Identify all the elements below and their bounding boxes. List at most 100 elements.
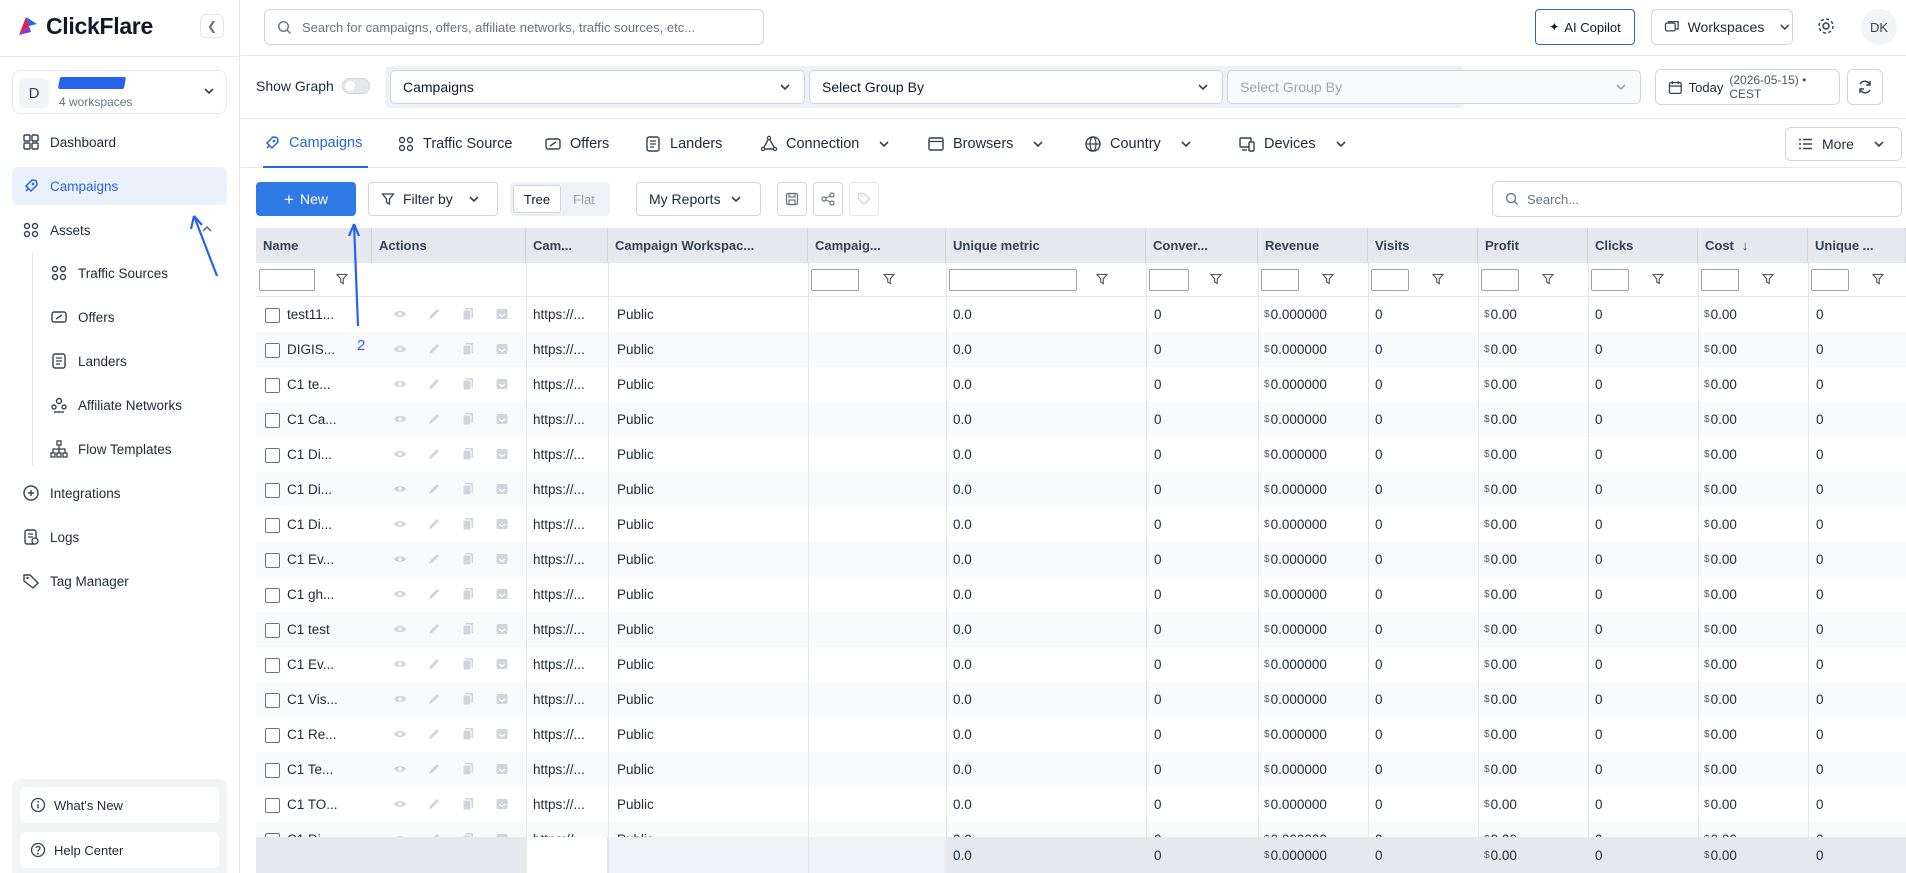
tab-campaigns[interactable]: Campaigns bbox=[263, 120, 369, 168]
copy-icon[interactable] bbox=[461, 552, 475, 566]
column-header[interactable]: Unique ... bbox=[1808, 228, 1906, 263]
view-flat-button[interactable]: Flat bbox=[561, 185, 607, 213]
global-search-input[interactable]: Search for campaigns, offers, affiliate … bbox=[264, 9, 764, 45]
column-filter-input[interactable] bbox=[811, 269, 859, 291]
column-header[interactable]: Cam... bbox=[526, 228, 608, 263]
table-search-input[interactable]: Search... bbox=[1492, 181, 1902, 217]
table-row[interactable]: C1 Vis... https://... Public 0.0 0 $0.000000 0… bbox=[256, 682, 1906, 717]
eye-icon[interactable] bbox=[393, 692, 407, 706]
collapse-sidebar-button[interactable]: ❮ bbox=[200, 14, 224, 38]
tab-devices[interactable]: Devices bbox=[1238, 120, 1348, 168]
app-logo[interactable]: ClickFlare bbox=[16, 12, 153, 40]
archive-icon[interactable] bbox=[495, 307, 509, 321]
archive-icon[interactable] bbox=[495, 482, 509, 496]
pencil-icon[interactable] bbox=[427, 482, 441, 496]
tab-browsers[interactable]: Browsers bbox=[927, 120, 1045, 168]
table-row[interactable]: C1 Re... https://... Public 0.0 0 $0.000000 0 $… bbox=[256, 717, 1906, 752]
column-header[interactable]: Cost ↓ bbox=[1698, 228, 1808, 263]
column-filter-input[interactable] bbox=[259, 269, 315, 291]
column-header[interactable]: Name bbox=[256, 228, 372, 263]
row-checkbox[interactable] bbox=[265, 588, 280, 603]
column-header[interactable]: Unique metric bbox=[946, 228, 1146, 263]
pencil-icon[interactable] bbox=[427, 447, 441, 461]
archive-icon[interactable] bbox=[495, 587, 509, 601]
user-avatar[interactable]: DK bbox=[1861, 9, 1897, 45]
copy-icon[interactable] bbox=[461, 377, 475, 391]
new-campaign-button[interactable]: + New bbox=[256, 182, 356, 216]
eye-icon[interactable] bbox=[393, 412, 407, 426]
row-checkbox[interactable] bbox=[265, 623, 280, 638]
column-filter-icon[interactable] bbox=[1322, 273, 1334, 285]
column-filter-icon[interactable] bbox=[1432, 273, 1444, 285]
table-row[interactable]: C1 gh... https://... Public 0.0 0 $0.000000 0 $… bbox=[256, 577, 1906, 612]
column-filter-icon[interactable] bbox=[336, 273, 348, 285]
gear-icon[interactable] bbox=[1816, 16, 1836, 36]
sidebar-item-traffic-sources[interactable]: Traffic Sources bbox=[40, 254, 227, 292]
archive-icon[interactable] bbox=[495, 552, 509, 566]
column-filter-input[interactable] bbox=[949, 269, 1077, 291]
copy-icon[interactable] bbox=[461, 762, 475, 776]
eye-icon[interactable] bbox=[393, 552, 407, 566]
tab-offers[interactable]: Offers bbox=[544, 120, 609, 168]
eye-icon[interactable] bbox=[393, 762, 407, 776]
eye-icon[interactable] bbox=[393, 307, 407, 321]
pencil-icon[interactable] bbox=[427, 307, 441, 321]
sidebar-item-logs[interactable]: Logs bbox=[12, 518, 227, 556]
table-row[interactable]: C1 Ev... https://... Public 0.0 0 $0.000000 0 $… bbox=[256, 542, 1906, 577]
eye-icon[interactable] bbox=[393, 657, 407, 671]
eye-icon[interactable] bbox=[393, 377, 407, 391]
archive-icon[interactable] bbox=[495, 377, 509, 391]
table-row[interactable]: C1 Ev... https://... Public 0.0 0 $0.000000 0 $… bbox=[256, 647, 1906, 682]
table-row[interactable]: C1 Ca... https://... Public 0.0 0 $0.000000 0 $… bbox=[256, 402, 1906, 437]
column-filter-input[interactable] bbox=[1701, 269, 1739, 291]
copy-icon[interactable] bbox=[461, 587, 475, 601]
sidebar-item-campaigns[interactable]: Campaigns bbox=[12, 167, 227, 205]
tab-country[interactable]: Country bbox=[1084, 120, 1193, 168]
table-row[interactable]: C1 Di...https://...Public0.00$0.0000000$… bbox=[256, 472, 1906, 507]
my-reports-dropdown[interactable]: My Reports bbox=[636, 182, 761, 216]
table-row[interactable]: C1 Di...https://...Public0.00$0.0000000$… bbox=[256, 437, 1906, 472]
date-range-button[interactable]: Today (2026-05-15) • CEST bbox=[1655, 69, 1840, 105]
column-header[interactable]: Revenue bbox=[1258, 228, 1368, 263]
column-filter-icon[interactable] bbox=[1652, 273, 1664, 285]
eye-icon[interactable] bbox=[393, 342, 407, 356]
row-checkbox[interactable] bbox=[265, 413, 280, 428]
column-header[interactable]: Campaign Workspac... bbox=[608, 228, 808, 263]
sidebar-item-offers[interactable]: Offers bbox=[40, 298, 227, 336]
eye-icon[interactable] bbox=[393, 482, 407, 496]
archive-icon[interactable] bbox=[495, 622, 509, 636]
column-filter-icon[interactable] bbox=[883, 273, 895, 285]
archive-icon[interactable] bbox=[495, 762, 509, 776]
row-checkbox[interactable] bbox=[265, 483, 280, 498]
column-filter-icon[interactable] bbox=[1210, 273, 1222, 285]
row-checkbox[interactable] bbox=[265, 658, 280, 673]
copy-icon[interactable] bbox=[461, 447, 475, 461]
archive-icon[interactable] bbox=[495, 517, 509, 531]
column-filter-icon[interactable] bbox=[1762, 273, 1774, 285]
archive-icon[interactable] bbox=[495, 727, 509, 741]
column-header[interactable]: Conver... bbox=[1146, 228, 1258, 263]
copy-icon[interactable] bbox=[461, 622, 475, 636]
sidebar-item-landers[interactable]: Landers bbox=[40, 342, 227, 380]
column-filter-input[interactable] bbox=[1149, 269, 1189, 291]
row-checkbox[interactable] bbox=[265, 448, 280, 463]
tab-connection[interactable]: Connection bbox=[760, 120, 891, 168]
pencil-icon[interactable] bbox=[427, 552, 441, 566]
eye-icon[interactable] bbox=[393, 622, 407, 636]
group-by-select-1[interactable]: Select Group By bbox=[809, 70, 1223, 104]
eye-icon[interactable] bbox=[393, 517, 407, 531]
primary-group-select[interactable]: Campaigns bbox=[390, 70, 805, 104]
column-filter-input[interactable] bbox=[1591, 269, 1629, 291]
eye-icon[interactable] bbox=[393, 727, 407, 741]
sidebar-item-dashboard[interactable]: Dashboard bbox=[12, 123, 227, 161]
copy-icon[interactable] bbox=[461, 657, 475, 671]
row-checkbox[interactable] bbox=[265, 343, 280, 358]
row-checkbox[interactable] bbox=[265, 308, 280, 323]
pencil-icon[interactable] bbox=[427, 342, 441, 356]
pencil-icon[interactable] bbox=[427, 412, 441, 426]
whats-new-button[interactable]: What's New bbox=[20, 787, 219, 823]
row-checkbox[interactable] bbox=[265, 798, 280, 813]
column-filter-input[interactable] bbox=[1481, 269, 1519, 291]
table-row[interactable]: C1 Te... https://... Public 0.0 0 $0.000000 0 $… bbox=[256, 752, 1906, 787]
eye-icon[interactable] bbox=[393, 587, 407, 601]
